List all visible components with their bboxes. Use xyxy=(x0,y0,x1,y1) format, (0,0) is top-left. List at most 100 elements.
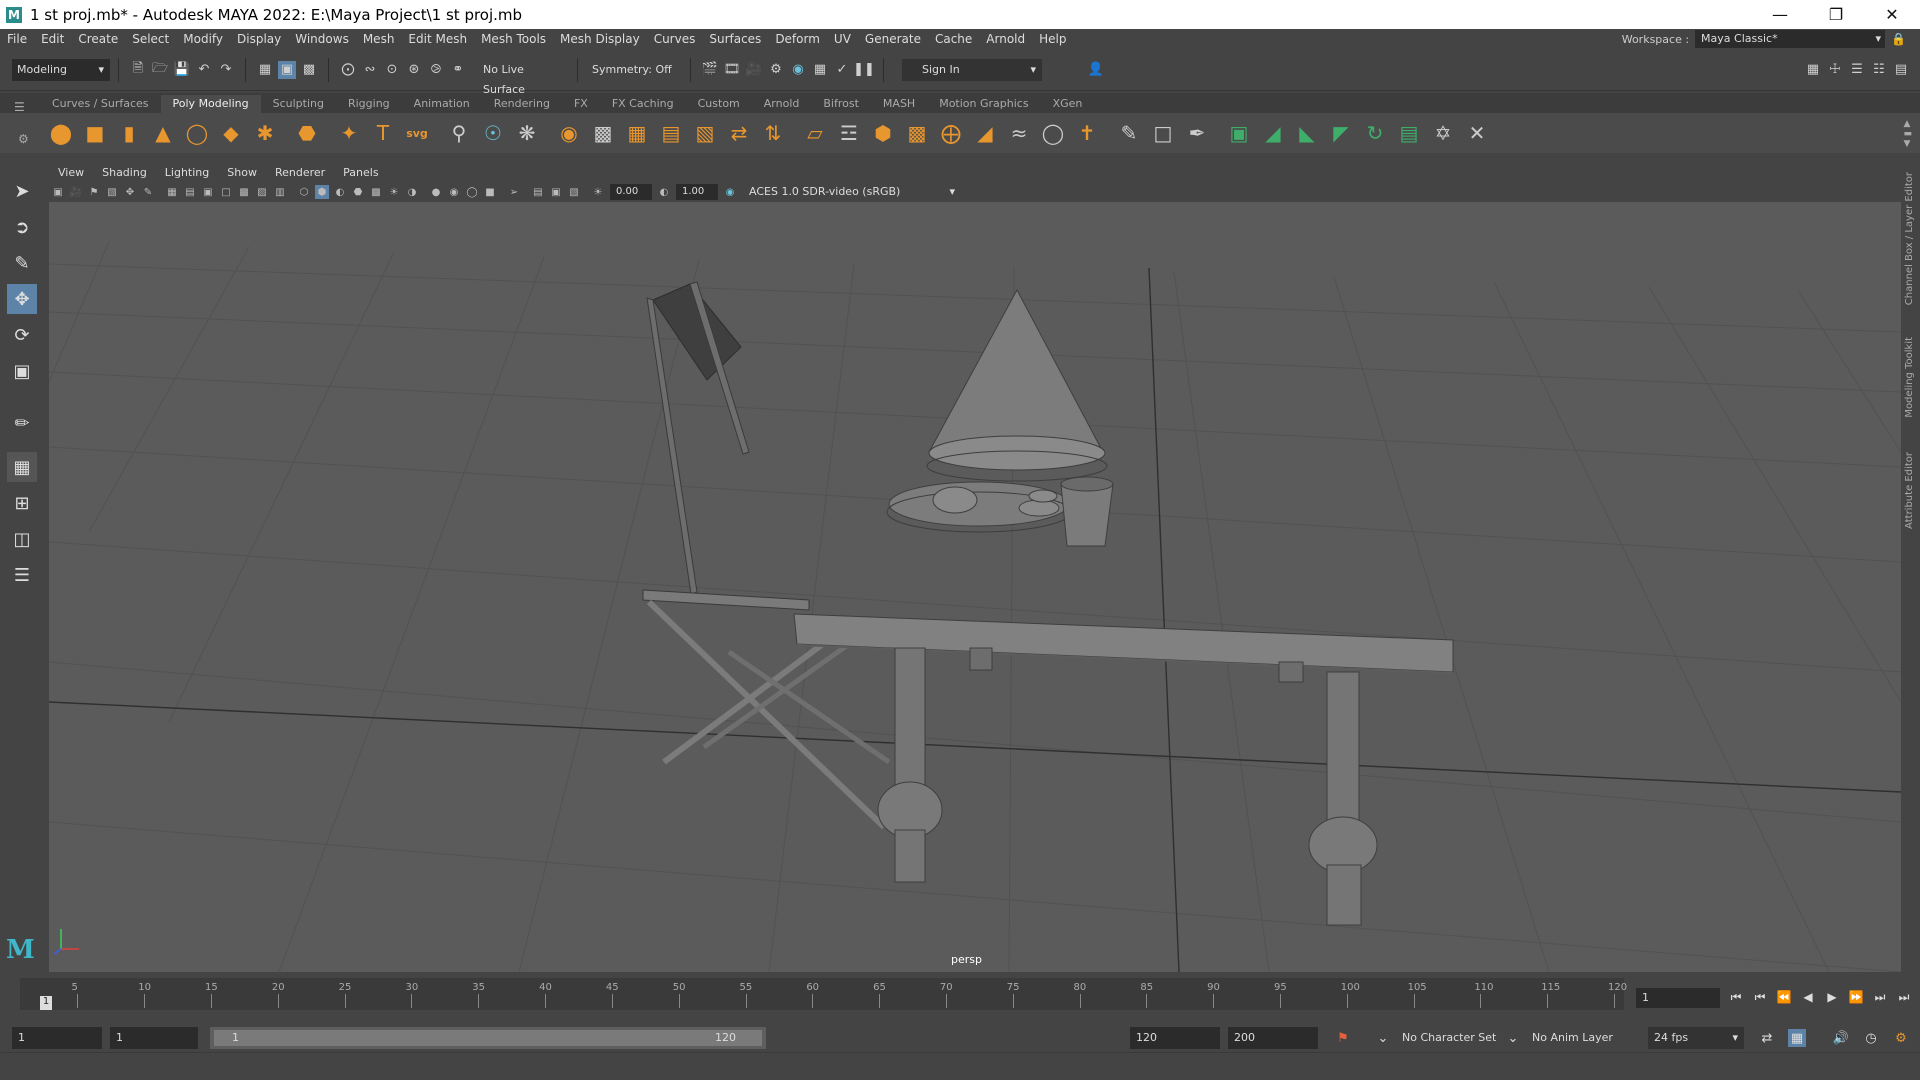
exposure-icon[interactable]: ☀ xyxy=(591,185,605,199)
new-scene-icon[interactable]: 🗎 xyxy=(129,61,147,79)
menu-curves[interactable]: Curves xyxy=(647,32,703,46)
anim-layer-icon[interactable]: ⌄ xyxy=(1504,1029,1522,1047)
extract-icon[interactable]: ▦ xyxy=(622,118,652,148)
shelf-tab-animation[interactable]: Animation xyxy=(402,95,482,113)
gate-mask-icon[interactable]: □ xyxy=(219,185,233,199)
target-weld-icon[interactable]: ✒ xyxy=(1182,118,1212,148)
current-frame-field[interactable]: 1 xyxy=(1636,988,1720,1008)
sew-uv-icon[interactable]: ✕ xyxy=(1462,118,1492,148)
side-tab-channel-box[interactable]: Channel Box / Layer Editor xyxy=(1904,172,1915,305)
modeling-toolkit-icon[interactable]: ▦ xyxy=(1804,61,1822,79)
lasso-tool-icon[interactable]: ➲ xyxy=(7,212,37,242)
cylindrical-map-icon[interactable]: ◤ xyxy=(1326,118,1356,148)
super-shape-icon[interactable]: ✦ xyxy=(334,118,364,148)
boolean-icon[interactable]: ▧ xyxy=(690,118,720,148)
menu-arnold[interactable]: Arnold xyxy=(979,32,1032,46)
menu-deform[interactable]: Deform xyxy=(768,32,827,46)
last-tool-icon[interactable]: ✏ xyxy=(7,408,37,438)
uv-editor-icon[interactable]: ▣ xyxy=(1224,118,1254,148)
menu-display[interactable]: Display xyxy=(230,32,288,46)
shelf-tab-fx-caching[interactable]: FX Caching xyxy=(600,95,686,113)
menu-surfaces[interactable]: Surfaces xyxy=(702,32,768,46)
snap-surface-icon[interactable]: ⧁ xyxy=(427,61,445,79)
redo-icon[interactable]: ↷ xyxy=(217,61,235,79)
grid-toggle-icon[interactable]: ▦ xyxy=(165,185,179,199)
cut-uv-icon[interactable]: ✡ xyxy=(1428,118,1458,148)
single-view-icon[interactable]: ▦ xyxy=(7,452,37,482)
animation-end-field[interactable]: 200 xyxy=(1228,1027,1318,1049)
menu-create[interactable]: Create xyxy=(71,32,125,46)
poly-torus-icon[interactable]: ◯ xyxy=(182,118,212,148)
mash-icon[interactable]: ⚲ xyxy=(444,118,474,148)
select-component-icon[interactable]: ▩ xyxy=(300,61,318,79)
edge-loop-icon[interactable]: □ xyxy=(1148,118,1178,148)
camera-attributes-icon[interactable]: 🎥 xyxy=(69,185,83,199)
ipr-render-icon[interactable]: 🎥 xyxy=(745,61,763,79)
symmetry-field[interactable]: Symmetry: Off xyxy=(586,59,682,80)
play-backwards-icon[interactable]: ◀ xyxy=(1800,988,1816,1006)
shelf-tab-bifrost[interactable]: Bifrost xyxy=(811,95,871,113)
spherical-map-icon[interactable]: ↻ xyxy=(1360,118,1390,148)
shelf-tab-rendering[interactable]: Rendering xyxy=(482,95,562,113)
wireframe-icon[interactable]: ⬡ xyxy=(297,185,311,199)
snap-grid-icon[interactable]: ⨀ xyxy=(339,61,357,79)
ambient-occlusion-icon[interactable]: ● xyxy=(429,185,443,199)
separate-icon[interactable]: ▩ xyxy=(588,118,618,148)
particle-icon[interactable]: ❋ xyxy=(512,118,542,148)
exposure-field[interactable]: 0.00 xyxy=(610,184,652,200)
anim-layer-select[interactable]: No Anim Layer xyxy=(1532,1027,1632,1049)
current-time-marker[interactable]: 1 xyxy=(40,996,52,1010)
svg-tool-icon[interactable]: svg xyxy=(402,118,432,148)
save-scene-icon[interactable]: 💾 xyxy=(173,61,191,79)
character-set-select[interactable]: No Character Set xyxy=(1402,1027,1512,1049)
field-chart-icon[interactable]: ▩ xyxy=(237,185,251,199)
menu-file[interactable]: File xyxy=(0,32,34,46)
menu-help[interactable]: Help xyxy=(1032,32,1073,46)
shelf-settings-icon[interactable]: ⚙ xyxy=(18,132,29,146)
pause-icon[interactable]: ❚❚ xyxy=(853,61,875,79)
menu-edit[interactable]: Edit xyxy=(34,32,71,46)
shelf-tab-curves-surfaces[interactable]: Curves / Surfaces xyxy=(40,95,161,113)
render-settings-icon[interactable]: ⚙ xyxy=(767,61,785,79)
shelf-menu-icon[interactable]: ☰ xyxy=(14,100,25,114)
range-slider[interactable]: 1 120 xyxy=(210,1027,766,1049)
gamma-field[interactable]: 1.00 xyxy=(676,184,718,200)
wireframe-on-shaded-icon[interactable]: ⬣ xyxy=(351,185,365,199)
go-to-end-icon[interactable]: ⏭ xyxy=(1896,988,1912,1006)
range-slider-handle[interactable]: 1 120 xyxy=(214,1030,762,1046)
menu-mesh[interactable]: Mesh xyxy=(356,32,402,46)
outliner-icon[interactable]: ☰ xyxy=(7,560,37,590)
shelf-tab-sculpting[interactable]: Sculpting xyxy=(261,95,336,113)
undo-icon[interactable]: ↶ xyxy=(195,61,213,79)
rotate-tool-icon[interactable]: ⟳ xyxy=(7,320,37,350)
step-forward-key-icon[interactable]: ⏩ xyxy=(1848,988,1864,1006)
fps-select[interactable]: 24 fps xyxy=(1648,1027,1744,1049)
time-slider[interactable]: 1 5 10 15 20 25 30 35 40 45 50 55 60 65 70 75 80 85 90 95 1… xyxy=(0,976,1920,1012)
scatter-icon[interactable]: ☉ xyxy=(478,118,508,148)
snap-curve-icon[interactable]: ∾ xyxy=(361,61,379,79)
remesh-icon[interactable]: ⇅ xyxy=(758,118,788,148)
panel-menu-lighting[interactable]: Lighting xyxy=(156,166,218,179)
resolution-gate-icon[interactable]: ▣ xyxy=(201,185,215,199)
panel-menu-panels[interactable]: Panels xyxy=(334,166,387,179)
paint-select-icon[interactable]: ✎ xyxy=(7,248,37,278)
character-set-icon[interactable]: ⌄ xyxy=(1374,1029,1392,1047)
camera-select-icon[interactable]: ▣ xyxy=(51,185,65,199)
color-management-icon[interactable]: ◉ xyxy=(723,185,737,199)
lock-icon[interactable]: 🔒 xyxy=(1891,32,1906,46)
menu-select[interactable]: Select xyxy=(125,32,176,46)
play-forwards-icon[interactable]: ▶ xyxy=(1824,988,1840,1006)
safe-action-icon[interactable]: ▨ xyxy=(255,185,269,199)
shelf-tab-fx[interactable]: FX xyxy=(562,95,600,113)
playback-end-field[interactable]: 120 xyxy=(1130,1027,1220,1049)
sound-icon[interactable]: 🔊 xyxy=(1832,1029,1850,1047)
shelf-tab-mash[interactable]: MASH xyxy=(871,95,927,113)
auto-key-icon[interactable]: ⚑ xyxy=(1334,1029,1352,1047)
safe-title-icon[interactable]: ▥ xyxy=(273,185,287,199)
playback-start-field[interactable]: 1 xyxy=(110,1027,198,1049)
command-line[interactable] xyxy=(0,1052,1920,1080)
persp-viewport[interactable]: persp xyxy=(49,202,1901,972)
close-icon[interactable]: ✕ xyxy=(1864,0,1920,29)
move-tool-icon[interactable]: ✥ xyxy=(7,284,37,314)
menu-mesh-tools[interactable]: Mesh Tools xyxy=(474,32,553,46)
